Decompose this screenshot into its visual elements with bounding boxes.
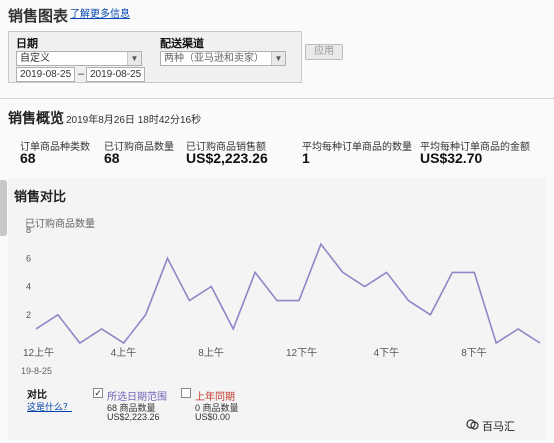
y-axis-ticks: 2 4 6 8: [26, 225, 31, 320]
series-line: [35, 242, 541, 345]
watermark-text: 百马汇: [482, 421, 515, 433]
x-tick-label: 8上午: [198, 346, 224, 359]
x-tick-label: 12下午: [286, 346, 317, 359]
x-tick-label: 4上午: [111, 346, 137, 359]
wechat-icon: [466, 419, 479, 430]
y-tick-label: 2: [26, 310, 31, 320]
chart-date-label: 19-8-25: [21, 366, 53, 376]
x-tick-label: 8下午: [461, 346, 487, 359]
compare-label: 对比: [27, 390, 47, 401]
last-year-checkbox[interactable]: [181, 388, 191, 398]
sales-line-chart: 2 4 6 8 12上午 4上午 8上午 12下午 4下午 8下午: [23, 225, 541, 359]
what-is-this-link[interactable]: 这是什么？: [27, 400, 72, 413]
y-tick-label: 6: [26, 253, 31, 263]
x-tick-label: 4下午: [374, 346, 400, 359]
legend-selected-amount: US$2,223.26: [107, 412, 160, 422]
y-tick-label: 8: [26, 225, 31, 235]
selected-range-checkbox[interactable]: ✓: [93, 388, 103, 398]
x-tick-label: 12上午: [23, 346, 54, 359]
x-axis-ticks: 12上午 4上午 8上午 12下午 4下午 8下午: [23, 346, 487, 359]
y-tick-label: 4: [26, 282, 31, 292]
legend-last-year-amount: US$0.00: [195, 412, 231, 422]
